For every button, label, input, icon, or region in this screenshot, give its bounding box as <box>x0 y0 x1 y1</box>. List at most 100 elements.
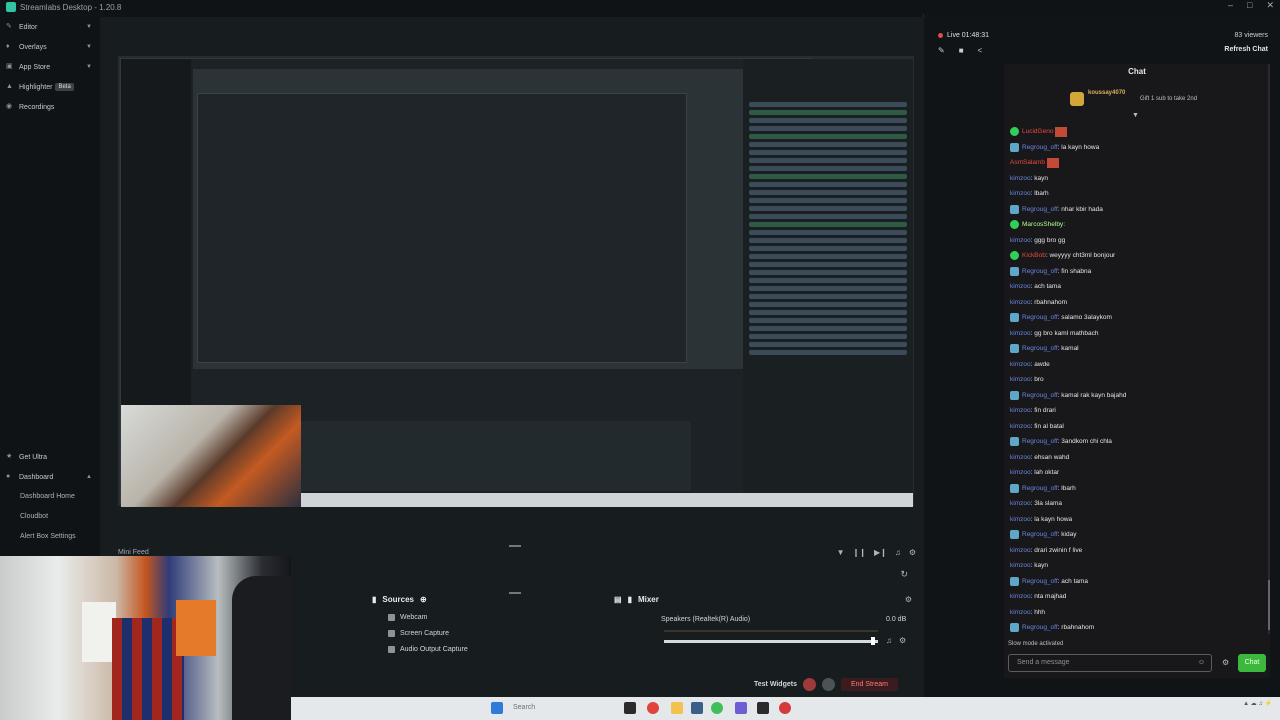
chat-username[interactable]: KickBob <box>1022 248 1046 264</box>
dock-resize-handle[interactable] <box>509 592 521 594</box>
chat-scroll-thumb[interactable] <box>1268 580 1270 630</box>
mixer-collapse-icon[interactable]: ▮ <box>628 595 632 604</box>
streamlabs-taskbar-icon[interactable] <box>757 702 769 714</box>
sources-collapse-icon[interactable]: ▮ <box>372 595 376 604</box>
chat-username[interactable]: kimzoo <box>1010 496 1031 512</box>
chat-username[interactable]: MarcosShelby <box>1022 217 1063 233</box>
chat-settings-icon[interactable]: ⚙ <box>1222 658 1229 667</box>
chat-username[interactable]: Regroug_off <box>1022 264 1058 280</box>
minimize-icon[interactable]: – <box>1228 0 1233 11</box>
cloudbot-link[interactable]: Cloudbot <box>0 507 100 527</box>
edit-stream-icon[interactable]: ✎ <box>938 46 945 55</box>
alert-box-settings-link[interactable]: Alert Box Settings <box>0 527 100 547</box>
source-item[interactable]: Webcam <box>388 614 428 621</box>
chat-username[interactable]: kimzoo <box>1010 372 1031 388</box>
resize-handle[interactable] <box>509 545 521 547</box>
chat-username[interactable]: Regroug_off <box>1022 527 1058 543</box>
taskbar-search[interactable]: Search <box>513 704 535 711</box>
chrome-icon[interactable] <box>647 702 659 714</box>
chat-username[interactable]: kimzoo <box>1010 450 1031 466</box>
mute-icon[interactable]: ♫ <box>895 548 901 557</box>
chat-text: : nta majhad <box>1030 593 1067 600</box>
chat-username[interactable]: kimzoo <box>1010 279 1031 295</box>
chat-username[interactable]: AsmSalamb <box>1010 155 1045 171</box>
audio-settings-icon[interactable]: ⚙ <box>899 636 906 645</box>
task-view-icon[interactable] <box>624 702 636 714</box>
clip-icon[interactable]: ■ <box>959 46 964 55</box>
sidebar-item-editor[interactable]: ✎ Editor ▼ <box>0 17 100 37</box>
sidebar-item-overlays[interactable]: ♦ Overlays ▼ <box>0 37 100 57</box>
share-icon[interactable]: < <box>978 46 983 55</box>
speaker-icon <box>388 646 395 653</box>
chat-username[interactable]: kimzoo <box>1010 186 1031 202</box>
chat-username[interactable]: Regroug_off <box>1022 310 1058 326</box>
source-item[interactable]: Audio Output Capture <box>388 646 468 653</box>
volume-slider-handle[interactable] <box>871 637 875 645</box>
emote-picker-icon[interactable]: ☺ <box>1198 655 1205 671</box>
chat-username[interactable]: kimzoo <box>1010 233 1031 249</box>
chat-username[interactable]: kimzoo <box>1010 403 1031 419</box>
chat-username[interactable]: LucidGeno <box>1022 124 1053 140</box>
chat-username[interactable]: Regroug_off <box>1022 434 1058 450</box>
chat-username[interactable]: Regroug_off <box>1022 388 1058 404</box>
file-explorer-icon[interactable] <box>671 702 683 714</box>
chat-username[interactable]: kimzoo <box>1010 543 1031 559</box>
test-widgets-label[interactable]: Test Widgets <box>754 681 797 688</box>
opera-icon[interactable] <box>779 702 791 714</box>
end-stream-button[interactable]: End Stream <box>840 677 898 691</box>
mute-audio-icon[interactable]: ♫ <box>886 636 892 645</box>
discord-icon[interactable] <box>735 702 747 714</box>
chat-username[interactable]: kimzoo <box>1010 357 1031 373</box>
windows-start-icon[interactable] <box>491 702 503 714</box>
chat-username[interactable]: kimzoo <box>1010 605 1031 621</box>
chat-username[interactable]: Regroug_off <box>1022 574 1058 590</box>
chat-username[interactable]: Regroug_off <box>1022 202 1058 218</box>
filter-icon[interactable]: ▼ <box>837 548 845 557</box>
chat-username[interactable]: kimzoo <box>1010 419 1031 435</box>
chat-username[interactable]: kimzoo <box>1010 295 1031 311</box>
close-icon[interactable]: ✕ <box>1266 0 1274 11</box>
chat-username[interactable]: kimzoo <box>1010 512 1031 528</box>
chat-scrollbar[interactable] <box>1268 64 1270 634</box>
mixer-copy-icon[interactable]: ▤ <box>614 595 622 604</box>
camera-icon <box>388 614 395 621</box>
record-button[interactable] <box>802 677 816 691</box>
chevron-up-icon: ▲ <box>86 474 92 480</box>
volume-slider[interactable] <box>664 640 878 643</box>
replay-buffer-button[interactable] <box>821 677 835 691</box>
chat-username[interactable]: Regroug_off <box>1022 481 1058 497</box>
refresh-icon[interactable]: ↻ <box>900 569 908 580</box>
chat-username[interactable]: Regroug_off <box>1022 140 1058 156</box>
store-app-icon[interactable] <box>691 702 703 714</box>
mixer-settings-icon[interactable]: ⚙ <box>905 595 912 604</box>
whatsapp-icon[interactable] <box>711 702 723 714</box>
chat-username[interactable]: kimzoo <box>1010 171 1031 187</box>
chat-username[interactable]: kimzoo <box>1010 589 1031 605</box>
add-source-icon[interactable]: ⊕ <box>420 595 427 604</box>
settings-icon[interactable]: ⚙ <box>909 548 916 557</box>
chat-text: : hhh <box>1030 608 1046 616</box>
chat-input[interactable]: Send a message ☺ <box>1008 654 1212 672</box>
chat-username[interactable]: Regroug_off <box>1022 620 1058 636</box>
chat-username[interactable]: Regroug_off <box>1022 341 1058 357</box>
maximize-icon[interactable]: □ <box>1247 0 1252 11</box>
stream-preview[interactable] <box>118 56 914 507</box>
mixer-device-label: Speakers (Realtek(R) Audio) <box>661 616 751 623</box>
get-ultra-link[interactable]: ★ Get Ultra <box>0 447 100 467</box>
source-item[interactable]: Screen Capture <box>388 630 449 637</box>
chat-username[interactable]: kimzoo <box>1010 558 1031 574</box>
chat-username[interactable]: kimzoo <box>1010 465 1031 481</box>
chevron-down-icon[interactable]: ▼ <box>1132 112 1139 119</box>
sidebar-item-app-store[interactable]: ▣ App Store ▼ <box>0 57 100 77</box>
pause-icon[interactable]: ❙❙ <box>853 548 866 557</box>
sidebar-item-recordings[interactable]: ◉ Recordings <box>0 97 100 117</box>
chat-send-button[interactable]: Chat <box>1238 654 1266 672</box>
chat-text: : lah oktar <box>1030 469 1060 476</box>
chat-username[interactable]: kimzoo <box>1010 326 1031 342</box>
refresh-chat-button[interactable]: Refresh Chat <box>1224 46 1268 53</box>
skip-icon[interactable]: ▶❙ <box>874 548 887 557</box>
sidebar-item-dashboard[interactable]: ● Dashboard ▲ <box>0 467 100 487</box>
dashboard-home-link[interactable]: Dashboard Home <box>0 487 100 507</box>
chat-text: : rbahnahom <box>1057 624 1095 631</box>
sidebar-item-highlighter[interactable]: ▲ Highlighter Beta <box>0 77 100 97</box>
